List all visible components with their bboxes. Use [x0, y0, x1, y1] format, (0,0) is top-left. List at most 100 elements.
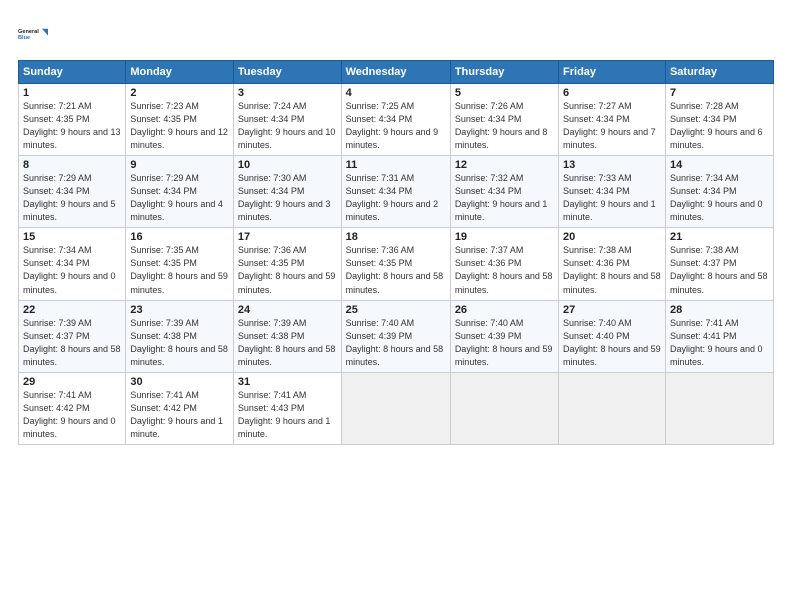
day-number: 2 — [130, 87, 229, 99]
calendar-cell: 5Sunrise: 7:26 AMSunset: 4:34 PMDaylight… — [450, 84, 558, 156]
day-info: Sunrise: 7:36 AMSunset: 4:35 PMDaylight:… — [238, 244, 337, 296]
calendar-cell: 3Sunrise: 7:24 AMSunset: 4:34 PMDaylight… — [233, 84, 341, 156]
day-number: 3 — [238, 87, 337, 99]
day-info: Sunrise: 7:38 AMSunset: 4:37 PMDaylight:… — [670, 244, 769, 296]
calendar-cell — [341, 372, 450, 444]
calendar-cell: 6Sunrise: 7:27 AMSunset: 4:34 PMDaylight… — [559, 84, 666, 156]
calendar-cell: 1Sunrise: 7:21 AMSunset: 4:35 PMDaylight… — [19, 84, 126, 156]
calendar-cell: 27Sunrise: 7:40 AMSunset: 4:40 PMDayligh… — [559, 300, 666, 372]
day-number: 20 — [563, 231, 661, 243]
day-info: Sunrise: 7:40 AMSunset: 4:40 PMDaylight:… — [563, 317, 661, 369]
day-info: Sunrise: 7:33 AMSunset: 4:34 PMDaylight:… — [563, 172, 661, 224]
day-info: Sunrise: 7:31 AMSunset: 4:34 PMDaylight:… — [346, 172, 446, 224]
day-number: 12 — [455, 159, 554, 171]
calendar-cell: 10Sunrise: 7:30 AMSunset: 4:34 PMDayligh… — [233, 156, 341, 228]
week-row-2: 8Sunrise: 7:29 AMSunset: 4:34 PMDaylight… — [19, 156, 774, 228]
header: GeneralBlue — [18, 18, 774, 50]
calendar-cell: 19Sunrise: 7:37 AMSunset: 4:36 PMDayligh… — [450, 228, 558, 300]
day-info: Sunrise: 7:21 AMSunset: 4:35 PMDaylight:… — [23, 100, 121, 152]
col-header-monday: Monday — [126, 61, 234, 84]
day-number: 17 — [238, 231, 337, 243]
day-number: 14 — [670, 159, 769, 171]
day-number: 13 — [563, 159, 661, 171]
day-info: Sunrise: 7:34 AMSunset: 4:34 PMDaylight:… — [670, 172, 769, 224]
calendar-cell: 20Sunrise: 7:38 AMSunset: 4:36 PMDayligh… — [559, 228, 666, 300]
calendar-cell — [559, 372, 666, 444]
day-number: 16 — [130, 231, 229, 243]
day-number: 21 — [670, 231, 769, 243]
day-number: 30 — [130, 376, 229, 388]
calendar-cell: 18Sunrise: 7:36 AMSunset: 4:35 PMDayligh… — [341, 228, 450, 300]
page: GeneralBlue SundayMondayTuesdayWednesday… — [0, 0, 792, 612]
day-info: Sunrise: 7:41 AMSunset: 4:42 PMDaylight:… — [23, 389, 121, 441]
day-number: 6 — [563, 87, 661, 99]
day-info: Sunrise: 7:39 AMSunset: 4:37 PMDaylight:… — [23, 317, 121, 369]
calendar-cell: 13Sunrise: 7:33 AMSunset: 4:34 PMDayligh… — [559, 156, 666, 228]
day-number: 4 — [346, 87, 446, 99]
day-number: 23 — [130, 304, 229, 316]
calendar-table: SundayMondayTuesdayWednesdayThursdayFrid… — [18, 60, 774, 445]
day-number: 10 — [238, 159, 337, 171]
calendar-cell: 22Sunrise: 7:39 AMSunset: 4:37 PMDayligh… — [19, 300, 126, 372]
calendar-cell: 12Sunrise: 7:32 AMSunset: 4:34 PMDayligh… — [450, 156, 558, 228]
col-header-thursday: Thursday — [450, 61, 558, 84]
col-header-sunday: Sunday — [19, 61, 126, 84]
week-row-4: 22Sunrise: 7:39 AMSunset: 4:37 PMDayligh… — [19, 300, 774, 372]
calendar-cell: 31Sunrise: 7:41 AMSunset: 4:43 PMDayligh… — [233, 372, 341, 444]
day-number: 31 — [238, 376, 337, 388]
calendar-cell: 15Sunrise: 7:34 AMSunset: 4:34 PMDayligh… — [19, 228, 126, 300]
calendar-cell: 23Sunrise: 7:39 AMSunset: 4:38 PMDayligh… — [126, 300, 234, 372]
day-number: 27 — [563, 304, 661, 316]
day-number: 24 — [238, 304, 337, 316]
day-info: Sunrise: 7:36 AMSunset: 4:35 PMDaylight:… — [346, 244, 446, 296]
day-number: 29 — [23, 376, 121, 388]
calendar-cell — [450, 372, 558, 444]
day-number: 22 — [23, 304, 121, 316]
col-header-friday: Friday — [559, 61, 666, 84]
day-info: Sunrise: 7:26 AMSunset: 4:34 PMDaylight:… — [455, 100, 554, 152]
calendar-cell: 4Sunrise: 7:25 AMSunset: 4:34 PMDaylight… — [341, 84, 450, 156]
calendar-cell: 2Sunrise: 7:23 AMSunset: 4:35 PMDaylight… — [126, 84, 234, 156]
day-info: Sunrise: 7:29 AMSunset: 4:34 PMDaylight:… — [130, 172, 229, 224]
logo: GeneralBlue — [18, 18, 50, 50]
day-info: Sunrise: 7:38 AMSunset: 4:36 PMDaylight:… — [563, 244, 661, 296]
calendar-cell: 16Sunrise: 7:35 AMSunset: 4:35 PMDayligh… — [126, 228, 234, 300]
day-number: 28 — [670, 304, 769, 316]
day-number: 5 — [455, 87, 554, 99]
day-info: Sunrise: 7:39 AMSunset: 4:38 PMDaylight:… — [238, 317, 337, 369]
day-info: Sunrise: 7:28 AMSunset: 4:34 PMDaylight:… — [670, 100, 769, 152]
day-info: Sunrise: 7:35 AMSunset: 4:35 PMDaylight:… — [130, 244, 229, 296]
calendar-cell: 26Sunrise: 7:40 AMSunset: 4:39 PMDayligh… — [450, 300, 558, 372]
day-info: Sunrise: 7:27 AMSunset: 4:34 PMDaylight:… — [563, 100, 661, 152]
day-number: 11 — [346, 159, 446, 171]
calendar-cell: 29Sunrise: 7:41 AMSunset: 4:42 PMDayligh… — [19, 372, 126, 444]
day-number: 18 — [346, 231, 446, 243]
day-info: Sunrise: 7:40 AMSunset: 4:39 PMDaylight:… — [455, 317, 554, 369]
day-number: 19 — [455, 231, 554, 243]
day-number: 26 — [455, 304, 554, 316]
day-info: Sunrise: 7:34 AMSunset: 4:34 PMDaylight:… — [23, 244, 121, 296]
week-row-5: 29Sunrise: 7:41 AMSunset: 4:42 PMDayligh… — [19, 372, 774, 444]
calendar-cell: 11Sunrise: 7:31 AMSunset: 4:34 PMDayligh… — [341, 156, 450, 228]
day-info: Sunrise: 7:39 AMSunset: 4:38 PMDaylight:… — [130, 317, 229, 369]
day-number: 15 — [23, 231, 121, 243]
calendar-cell: 28Sunrise: 7:41 AMSunset: 4:41 PMDayligh… — [665, 300, 773, 372]
week-row-3: 15Sunrise: 7:34 AMSunset: 4:34 PMDayligh… — [19, 228, 774, 300]
calendar-cell: 17Sunrise: 7:36 AMSunset: 4:35 PMDayligh… — [233, 228, 341, 300]
svg-text:General: General — [18, 29, 39, 35]
col-header-tuesday: Tuesday — [233, 61, 341, 84]
calendar-cell: 21Sunrise: 7:38 AMSunset: 4:37 PMDayligh… — [665, 228, 773, 300]
day-info: Sunrise: 7:24 AMSunset: 4:34 PMDaylight:… — [238, 100, 337, 152]
calendar-header-row: SundayMondayTuesdayWednesdayThursdayFrid… — [19, 61, 774, 84]
day-info: Sunrise: 7:29 AMSunset: 4:34 PMDaylight:… — [23, 172, 121, 224]
col-header-saturday: Saturday — [665, 61, 773, 84]
day-info: Sunrise: 7:40 AMSunset: 4:39 PMDaylight:… — [346, 317, 446, 369]
calendar-cell: 30Sunrise: 7:41 AMSunset: 4:42 PMDayligh… — [126, 372, 234, 444]
day-info: Sunrise: 7:25 AMSunset: 4:34 PMDaylight:… — [346, 100, 446, 152]
calendar-cell — [665, 372, 773, 444]
day-number: 9 — [130, 159, 229, 171]
calendar-cell: 14Sunrise: 7:34 AMSunset: 4:34 PMDayligh… — [665, 156, 773, 228]
calendar-cell: 25Sunrise: 7:40 AMSunset: 4:39 PMDayligh… — [341, 300, 450, 372]
day-info: Sunrise: 7:41 AMSunset: 4:43 PMDaylight:… — [238, 389, 337, 441]
day-info: Sunrise: 7:23 AMSunset: 4:35 PMDaylight:… — [130, 100, 229, 152]
